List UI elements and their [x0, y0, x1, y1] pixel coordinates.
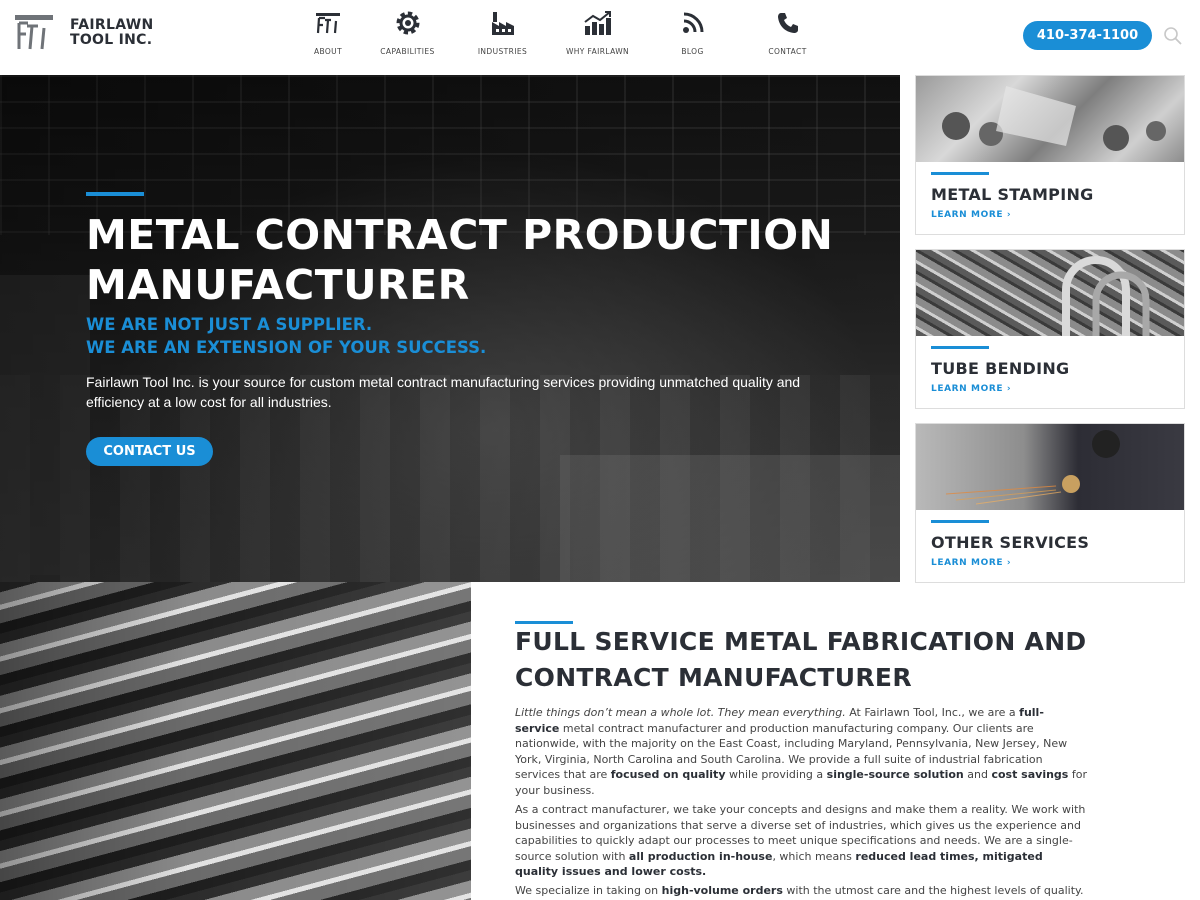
nav-item-about[interactable]: ABOUT — [296, 8, 360, 56]
text-run: while providing a — [725, 768, 827, 782]
bold-run: all production in-house — [628, 849, 773, 863]
image-overlay — [0, 582, 471, 900]
hero-description: Fairlawn Tool Inc. is your source for cu… — [86, 374, 801, 410]
brand-logo[interactable]: FAIRLAWN TOOL INC. — [14, 14, 153, 52]
search-icon[interactable] — [1163, 26, 1183, 46]
section-title: FULL SERVICE METAL FABRICATION AND CONTR… — [515, 627, 1087, 692]
card-accent-line — [931, 520, 989, 523]
gear-icon — [393, 8, 423, 38]
site-header: FAIRLAWN TOOL INC. ABOUT CAPABILITIES IN… — [0, 0, 1200, 75]
phone-icon — [773, 8, 803, 38]
nav-label: CONTACT — [768, 47, 807, 56]
intro-italic: Little things don’t mean a whole lot. Th… — [515, 706, 846, 719]
nav-item-industries[interactable]: INDUSTRIES — [455, 8, 550, 56]
card-title: OTHER SERVICES — [931, 533, 1090, 552]
text-run: and — [963, 768, 992, 782]
card-title: METAL STAMPING — [931, 185, 1094, 204]
hero-subtitle-line-2: WE ARE AN EXTENSION OF YOUR SUCCESS. — [86, 338, 487, 357]
hero-accent-line — [86, 192, 144, 196]
brand-name: FAIRLAWN TOOL INC. — [70, 18, 153, 48]
learn-more-link[interactable]: LEARN MORE › — [931, 558, 1011, 568]
learn-more-link[interactable]: LEARN MORE › — [931, 384, 1011, 394]
brand-line-2: TOOL INC. — [70, 32, 153, 48]
intro-paragraph: Little things don’t mean a whole lot. Th… — [515, 705, 1087, 799]
contract-manufacturer-paragraph: As a contract manufacturer, we take your… — [515, 802, 1087, 880]
service-card-metal-stamping[interactable]: METAL STAMPING LEARN MORE › — [915, 75, 1185, 235]
main-nav: ABOUT CAPABILITIES INDUSTRIES WHY FAIRLA… — [296, 8, 835, 56]
fti-logo-icon — [15, 15, 53, 50]
contact-us-button[interactable]: CONTACT US — [86, 437, 213, 466]
metal-stamping-image — [916, 76, 1184, 162]
hero-subtitle-line-1: WE ARE NOT JUST A SUPPLIER. — [86, 315, 373, 334]
hero-subtitle: WE ARE NOT JUST A SUPPLIER. WE ARE AN EX… — [86, 313, 486, 359]
nav-label: ABOUT — [313, 47, 343, 56]
card-title: TUBE BENDING — [931, 359, 1070, 378]
fti-logo-icon — [313, 8, 343, 38]
factory-icon — [488, 8, 518, 38]
service-card-tube-bending[interactable]: TUBE BENDING LEARN MORE › — [915, 249, 1185, 409]
card-accent-line — [931, 346, 989, 349]
nav-label: CAPABILITIES — [380, 47, 435, 56]
learn-more-link[interactable]: LEARN MORE › — [931, 210, 1011, 220]
bold-run: focused on quality — [610, 768, 726, 782]
text-run: , which means — [772, 849, 856, 863]
bent-metal-image — [0, 582, 471, 900]
brand-line-1: FAIRLAWN — [70, 17, 154, 33]
nav-label: BLOG — [681, 47, 704, 56]
rss-icon — [678, 8, 708, 38]
growth-chart-icon — [583, 8, 613, 38]
nav-item-why-fairlawn[interactable]: WHY FAIRLAWN — [550, 8, 645, 56]
high-volume-paragraph: We specialize in taking on high-volume o… — [515, 883, 1087, 900]
nav-item-contact[interactable]: CONTACT — [740, 8, 835, 56]
service-card-other-services[interactable]: OTHER SERVICES LEARN MORE › — [915, 423, 1185, 583]
nav-item-capabilities[interactable]: CAPABILITIES — [360, 8, 455, 56]
hero-title: METAL CONTRACT PRODUCTION MANUFACTURER — [86, 211, 834, 309]
text-run: We specialize in taking on — [515, 884, 662, 897]
bold-run: cost savings — [991, 768, 1069, 782]
hero-banner: METAL CONTRACT PRODUCTION MANUFACTURER W… — [0, 75, 900, 582]
card-accent-line — [931, 172, 989, 175]
nav-label: WHY FAIRLAWN — [565, 47, 630, 56]
nav-label: INDUSTRIES — [477, 47, 528, 56]
bold-run: high-volume orders — [661, 884, 783, 897]
phone-button[interactable]: 410-374-1100 — [1023, 21, 1152, 50]
grinding-worker-image — [916, 424, 1184, 510]
tube-bending-image — [916, 250, 1184, 336]
text-run: At Fairlawn Tool, Inc., we are a — [845, 706, 1020, 719]
nav-item-blog[interactable]: BLOG — [645, 8, 740, 56]
bold-run: single-source solution — [826, 768, 964, 782]
